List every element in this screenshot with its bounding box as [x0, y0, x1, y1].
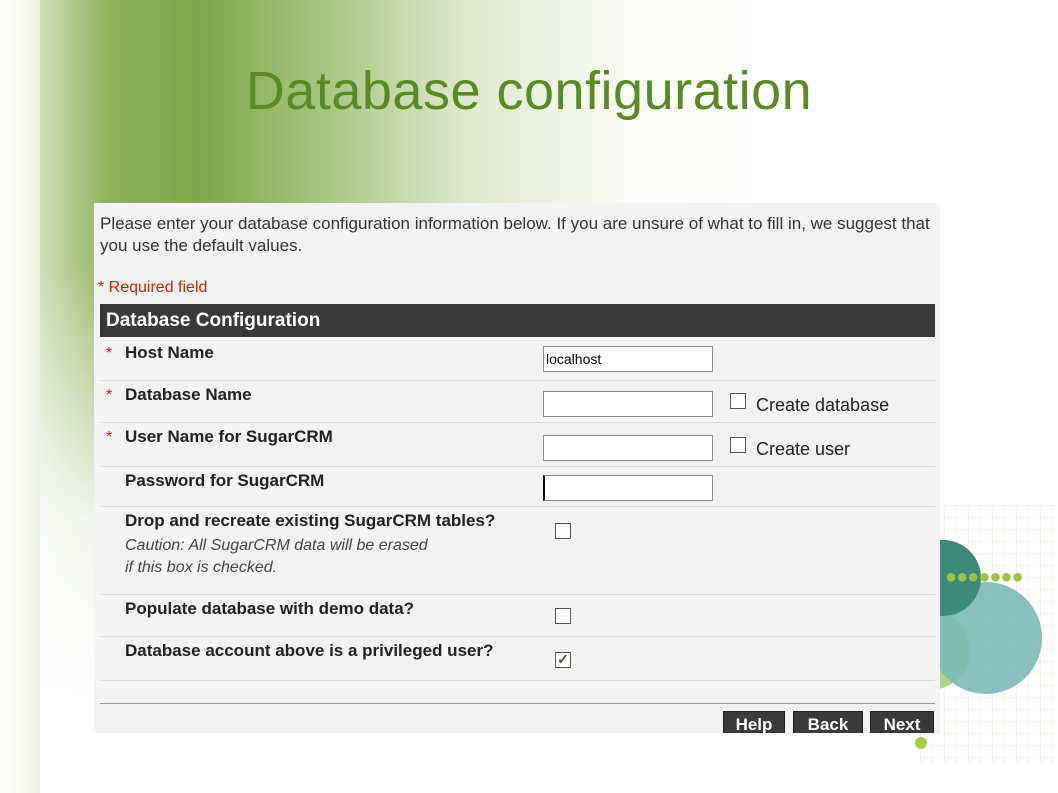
row-host-name: * Host Name — [100, 339, 935, 381]
decorative-dot — [915, 737, 927, 749]
required-star: * — [106, 387, 113, 404]
sugarcrm-db-config-screenshot: Please enter your database configuration… — [94, 203, 940, 733]
create-database-checkbox[interactable] — [730, 393, 746, 409]
user-name-label: User Name for SugarCRM — [125, 427, 333, 446]
drop-tables-checkbox[interactable] — [555, 523, 571, 539]
drop-tables-label: Drop and recreate existing SugarCRM tabl… — [125, 511, 496, 530]
password-input[interactable] — [543, 475, 713, 501]
host-name-input[interactable] — [543, 346, 713, 372]
database-name-input[interactable] — [543, 391, 713, 417]
create-database-label: Create database — [756, 395, 890, 415]
privileged-user-label: Database account above is a privileged u… — [125, 641, 494, 660]
drop-tables-caution: Caution: All SugarCRM data will be erase… — [125, 535, 428, 579]
caution-line-2: if this box is checked. — [125, 559, 278, 576]
row-password: Password for SugarCRM — [100, 467, 935, 507]
required-star: * — [106, 429, 113, 446]
password-label: Password for SugarCRM — [125, 471, 325, 490]
slide-title: Database configuration — [245, 61, 813, 121]
row-demo-data: Populate database with demo data? — [100, 595, 935, 637]
demo-data-label: Populate database with demo data? — [125, 599, 415, 618]
section-header: Database Configuration — [100, 304, 935, 337]
required-field-note: * Required field — [98, 279, 208, 296]
intro-text: Please enter your database configuration… — [100, 214, 930, 255]
row-drop-tables: Drop and recreate existing SugarCRM tabl… — [100, 507, 935, 595]
host-name-label: Host Name — [125, 343, 214, 362]
database-name-label: Database Name — [125, 385, 252, 404]
required-star: * — [106, 345, 113, 362]
demo-data-checkbox[interactable] — [555, 608, 571, 624]
next-button[interactable]: Next — [870, 711, 934, 733]
caution-line-1: Caution: All SugarCRM data will be erase… — [125, 537, 428, 554]
footer-divider — [100, 703, 935, 704]
decorative-dots: ●●●●●●● — [945, 566, 1024, 588]
create-user-checkbox[interactable] — [730, 437, 746, 453]
user-name-input[interactable] — [543, 435, 713, 461]
privileged-user-checkbox[interactable]: ✓ — [555, 652, 571, 668]
help-button[interactable]: Help — [723, 711, 785, 733]
back-button[interactable]: Back — [793, 711, 863, 733]
row-privileged-user: Database account above is a privileged u… — [100, 637, 935, 681]
create-user-label: Create user — [756, 439, 851, 459]
